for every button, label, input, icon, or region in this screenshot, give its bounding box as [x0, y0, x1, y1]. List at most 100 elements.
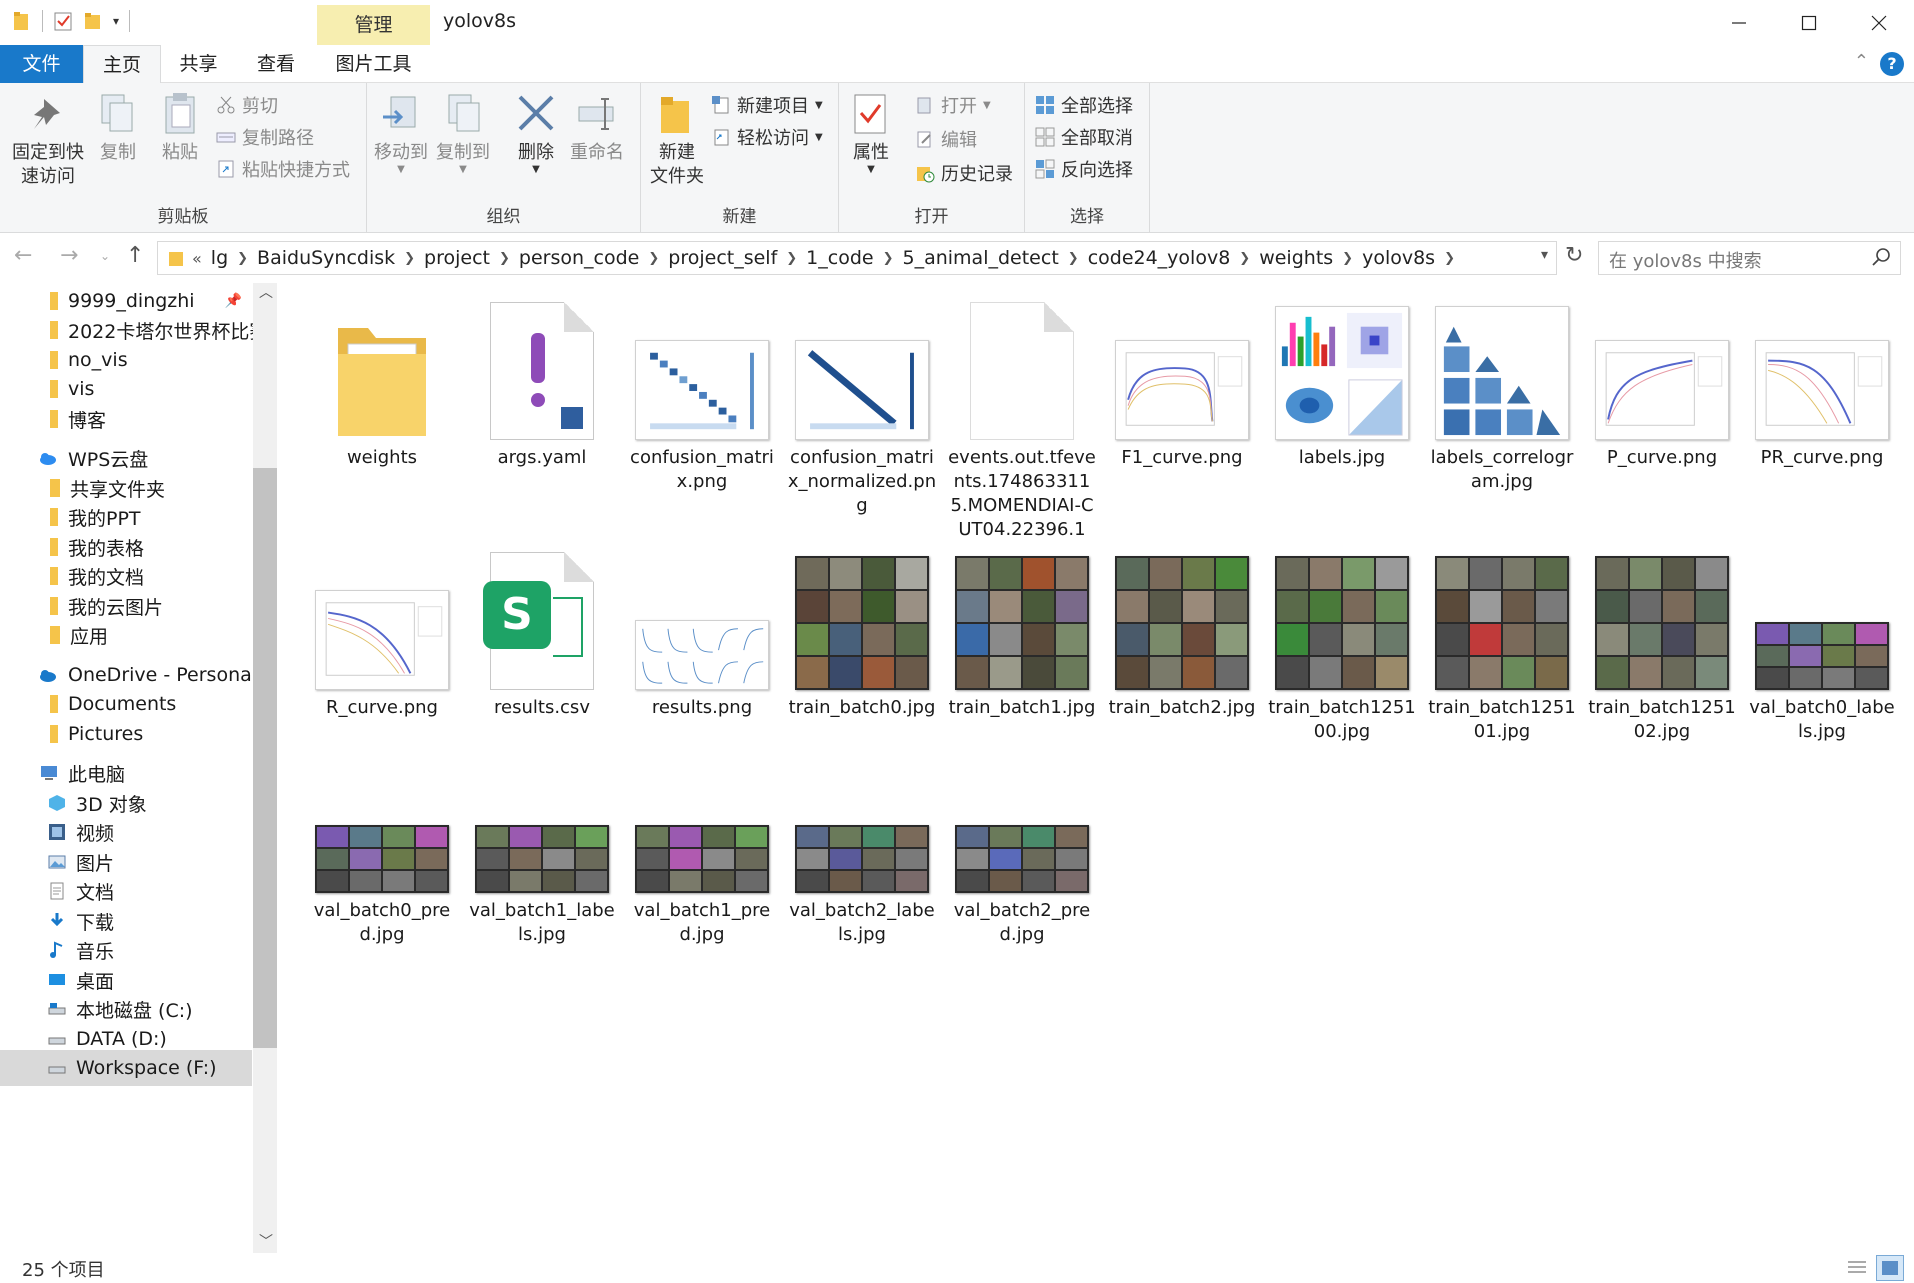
breadcrumb-project-self[interactable]: project_self — [668, 247, 777, 269]
paste-button[interactable]: 粘贴 — [156, 91, 204, 165]
nav-item-blog[interactable]: 博客 — [0, 401, 252, 437]
help-icon[interactable]: ? — [1880, 52, 1904, 76]
file-item[interactable]: labels.jpg — [1267, 295, 1417, 470]
easy-access-button[interactable]: 轻松访问 ▼ — [711, 123, 823, 151]
breadcrumb-lg[interactable]: lg — [211, 247, 228, 269]
breadcrumb-chevron-icon[interactable]: ❯ — [1342, 251, 1353, 266]
nav-item-drive-f[interactable]: Workspace (F:) — [0, 1050, 252, 1086]
breadcrumb-chevron-icon[interactable]: ❯ — [404, 251, 415, 266]
copy-button[interactable]: 复制 — [94, 91, 142, 165]
scroll-up-icon[interactable]: ︿ — [259, 282, 273, 302]
scroll-down-icon[interactable]: ﹀ — [259, 1231, 273, 1251]
breadcrumb-yolov8s[interactable]: yolov8s — [1362, 247, 1435, 269]
open-button[interactable]: 打开 ▼ — [915, 91, 991, 119]
minimize-button[interactable] — [1704, 0, 1774, 45]
breadcrumb-5-animal-detect[interactable]: 5_animal_detect — [903, 247, 1059, 269]
file-item[interactable]: train_batch125102.jpg — [1587, 545, 1737, 744]
forward-arrow-icon[interactable]: → — [60, 243, 78, 268]
select-all-button[interactable]: 全部选择 — [1035, 91, 1133, 119]
nav-item-pictures[interactable]: Pictures — [0, 716, 252, 752]
file-item[interactable]: val_batch1_labels.jpg — [467, 748, 617, 947]
breadcrumb-chevron-icon[interactable]: ❯ — [786, 251, 797, 266]
collapse-ribbon-icon[interactable]: ⌃ — [1854, 51, 1869, 72]
file-item[interactable]: confusion_matrix.png — [627, 295, 777, 494]
breadcrumb-chevron-icon[interactable]: ❯ — [1444, 251, 1455, 266]
up-arrow-icon[interactable]: ↑ — [126, 243, 144, 268]
breadcrumb-1-code[interactable]: 1_code — [806, 247, 873, 269]
breadcrumb-person-code[interactable]: person_code — [519, 247, 639, 269]
copy-to-button[interactable]: 复制到 ▼ — [435, 91, 491, 175]
breadcrumb-chevron-icon[interactable]: ❯ — [499, 251, 510, 266]
nav-scrollbar[interactable]: ︿ ﹀ — [253, 283, 277, 1253]
address-bar[interactable]: « lg ❯ BaiduSyncdisk ❯ project ❯ person_… — [157, 241, 1557, 275]
file-item[interactable]: confusion_matrix_normalized.png — [787, 295, 937, 518]
file-item[interactable]: labels_correlogram.jpg — [1427, 295, 1577, 494]
properties-icon[interactable] — [53, 10, 73, 32]
breadcrumb-chevron-icon[interactable]: ❯ — [1239, 251, 1250, 266]
history-button[interactable]: 历史记录 — [915, 159, 1013, 187]
file-item[interactable]: train_batch125100.jpg — [1267, 545, 1417, 744]
file-item[interactable]: val_batch0_pred.jpg — [307, 748, 457, 947]
overflow-chevron[interactable]: « — [192, 249, 202, 268]
file-item[interactable]: R_curve.png — [307, 545, 457, 720]
new-item-button[interactable]: 新建项目 ▼ — [711, 91, 823, 119]
file-item[interactable]: val_batch2_labels.jpg — [787, 748, 937, 947]
properties-button[interactable]: 属性 ▼ — [847, 91, 895, 175]
edit-button[interactable]: 编辑 — [915, 125, 977, 153]
breadcrumb-weights[interactable]: weights — [1259, 247, 1333, 269]
manage-context-tab[interactable]: 管理 — [317, 5, 430, 45]
file-item[interactable]: train_batch125101.jpg — [1427, 545, 1577, 744]
copy-path-button[interactable]: 复制路径 — [216, 123, 314, 151]
maximize-button[interactable] — [1774, 0, 1844, 45]
nav-scrollbar-thumb[interactable] — [253, 468, 277, 1048]
file-item[interactable]: P_curve.png — [1587, 295, 1737, 470]
refresh-icon[interactable]: ↻ — [1565, 243, 1583, 268]
tab-file[interactable]: 文件 — [0, 45, 83, 83]
breadcrumb-chevron-icon[interactable]: ❯ — [237, 251, 248, 266]
tab-picture-tools[interactable]: 图片工具 — [317, 45, 430, 83]
file-item[interactable]: S results.csv — [467, 545, 617, 720]
large-icons-view-button[interactable] — [1876, 1255, 1904, 1281]
cut-button[interactable]: 剪切 — [216, 91, 278, 119]
file-item[interactable]: train_batch2.jpg — [1107, 545, 1257, 720]
breadcrumb-baidusyncdisk[interactable]: BaiduSyncdisk — [257, 247, 395, 269]
new-folder-button[interactable]: 新建 文件夹 — [647, 91, 707, 189]
tab-view[interactable]: 查看 — [236, 45, 316, 83]
breadcrumb-chevron-icon[interactable]: ❯ — [883, 251, 894, 266]
file-item[interactable]: events.out.tfevents.1748633115.MOMENDIAI… — [947, 295, 1097, 542]
address-dropdown-icon[interactable]: ▾ — [1541, 247, 1548, 263]
file-name: train_batch2.jpg — [1108, 697, 1256, 718]
file-item[interactable]: train_batch0.jpg — [787, 545, 937, 720]
invert-selection-button[interactable]: 反向选择 — [1035, 155, 1133, 183]
file-item[interactable]: weights — [307, 295, 457, 470]
file-item[interactable]: PR_curve.png — [1747, 295, 1897, 470]
file-name: R_curve.png — [326, 697, 438, 718]
file-item[interactable]: val_batch0_labels.jpg — [1747, 545, 1897, 744]
back-arrow-icon[interactable]: ← — [14, 243, 32, 268]
file-item[interactable]: val_batch2_pred.jpg — [947, 748, 1097, 947]
file-item[interactable]: args.yaml — [467, 295, 617, 470]
search-box[interactable]: 在 yolov8s 中搜索 — [1598, 241, 1901, 275]
tab-home[interactable]: 主页 — [83, 45, 161, 84]
details-view-button[interactable] — [1843, 1255, 1871, 1281]
delete-button[interactable]: 删除 ▼ — [513, 91, 559, 175]
paste-shortcut-button[interactable]: 粘贴快捷方式 — [216, 155, 350, 183]
file-item[interactable]: F1_curve.png — [1107, 295, 1257, 470]
breadcrumb-chevron-icon[interactable]: ❯ — [648, 251, 659, 266]
file-item[interactable]: val_batch1_pred.jpg — [627, 748, 777, 947]
tab-share[interactable]: 共享 — [161, 45, 236, 83]
breadcrumb-code24-yolov8[interactable]: code24_yolov8 — [1088, 247, 1231, 269]
breadcrumb-chevron-icon[interactable]: ❯ — [1068, 251, 1079, 266]
breadcrumb-project[interactable]: project — [424, 247, 490, 269]
file-item[interactable]: results.png — [627, 545, 777, 720]
recent-locations-icon[interactable]: ⌄ — [100, 249, 110, 263]
file-item[interactable]: train_batch1.jpg — [947, 545, 1097, 720]
close-button[interactable] — [1844, 0, 1914, 45]
pin-to-quick-access-button[interactable]: 固定到快 速访问 — [8, 91, 88, 189]
move-to-button[interactable]: 移动到 ▼ — [373, 91, 429, 175]
new-folder-icon[interactable] — [83, 10, 103, 32]
nav-item-apps[interactable]: 应用 — [0, 617, 252, 653]
customize-toolbar-icon[interactable]: ▾ — [113, 14, 119, 28]
rename-button[interactable]: 重命名 — [569, 91, 625, 165]
select-none-button[interactable]: 全部取消 — [1035, 123, 1133, 151]
